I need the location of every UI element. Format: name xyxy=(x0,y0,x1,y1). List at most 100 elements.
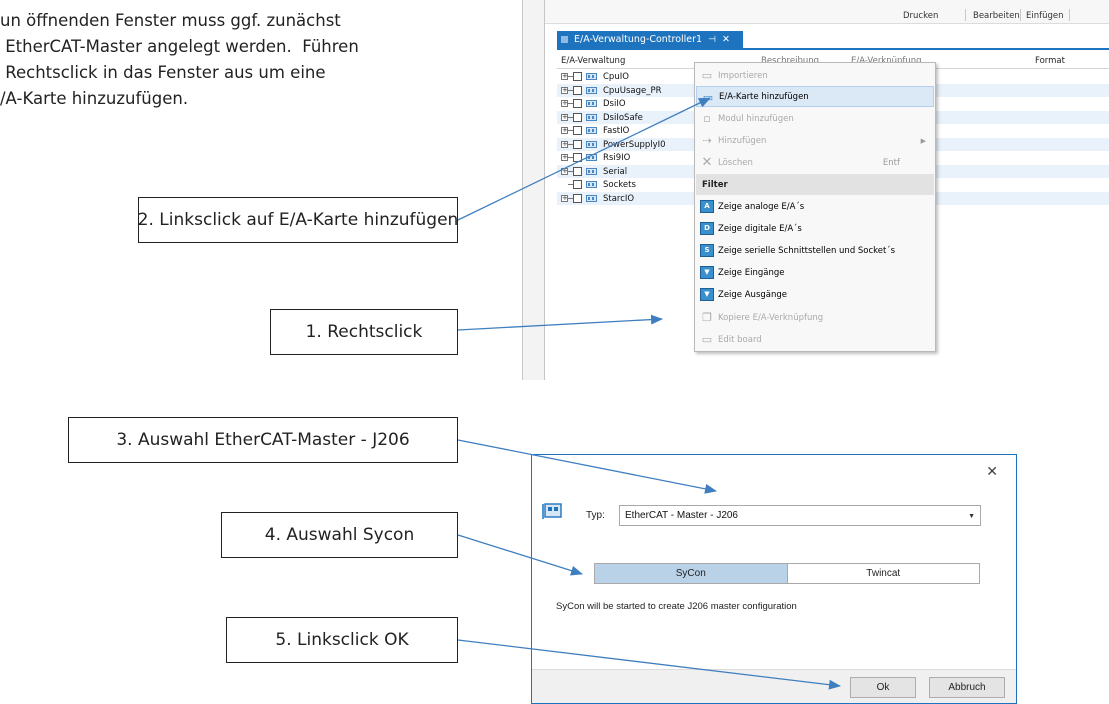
type-label: Typ: xyxy=(586,510,605,521)
io-card-icon xyxy=(586,194,597,202)
row-checkbox[interactable] xyxy=(573,153,582,162)
menu-item-label: Importieren xyxy=(718,70,768,81)
cancel-button[interactable]: Abbruch xyxy=(929,677,1005,698)
row-checkbox[interactable] xyxy=(573,180,582,189)
io-card-icon xyxy=(586,167,597,175)
ribbon-edit[interactable]: Bearbeiten xyxy=(973,11,1020,21)
expand-icon[interactable]: + xyxy=(561,100,568,107)
expand-icon[interactable]: + xyxy=(561,127,568,134)
menu-item-show-analog[interactable]: A Zeige analoge E/A´s xyxy=(696,196,934,217)
io-card-icon xyxy=(586,154,597,161)
menu-item-label: E/A-Karte hinzufügen xyxy=(719,91,809,102)
io-card-icon xyxy=(586,86,597,94)
info-message: SyCon will be started to create J206 mas… xyxy=(556,601,797,612)
row-checkbox[interactable] xyxy=(573,166,582,176)
expand-icon[interactable]: + xyxy=(561,167,568,175)
tree-item-label: CpuIO xyxy=(603,72,629,82)
dialog-close-icon[interactable]: ✕ xyxy=(986,463,998,480)
menu-item-show-serial[interactable]: S Zeige serielle Schnittstellen und Sock… xyxy=(696,240,934,261)
expand-icon[interactable]: + xyxy=(561,154,568,161)
menu-item-import[interactable]: ▭ Importieren xyxy=(696,65,934,86)
close-icon[interactable]: ✕ xyxy=(722,34,730,45)
tab-title: E/A-Verwaltung-Controller1 xyxy=(574,34,703,45)
menu-item-add-module[interactable]: ▫ Modul hinzufügen xyxy=(696,108,934,129)
callout-step-5: 5. Linksclick OK xyxy=(226,617,458,663)
row-checkbox[interactable] xyxy=(573,193,582,203)
tree-item-label: Serial xyxy=(603,166,628,177)
io-card-icon xyxy=(586,140,597,148)
column-header-format[interactable]: Format xyxy=(1035,56,1065,66)
section-label: Filter xyxy=(702,179,728,190)
menu-item-add-card[interactable]: ▭ E/A-Karte hinzufügen xyxy=(696,86,934,107)
menu-item-label: Zeige digitale E/A´s xyxy=(718,223,802,234)
instruction-text: un öffnenden Fenster muss ggf. zunächst … xyxy=(0,11,359,108)
menu-section-filter: Filter xyxy=(696,174,934,195)
tree-item-label: Rsi9IO xyxy=(603,153,631,163)
ribbon-print[interactable]: Drucken xyxy=(903,11,938,21)
menu-item-label: Zeige analoge E/A´s xyxy=(718,201,805,212)
menu-item-add[interactable]: ⇢ Hinzufügen ▶ xyxy=(696,130,934,151)
tree-item-label: DsiIO xyxy=(603,99,626,109)
menu-item-label: Kopiere E/A-Verknüpfung xyxy=(718,312,824,323)
menu-item-copy-link[interactable]: ❐ Kopiere E/A-Verknüpfung xyxy=(696,307,934,328)
menu-item-label: Zeige Ausgänge xyxy=(718,289,787,300)
tree-item-label: FastIO xyxy=(603,126,630,136)
row-checkbox[interactable] xyxy=(573,99,582,108)
row-checkbox[interactable] xyxy=(573,139,582,149)
document-tab[interactable]: E/A-Verwaltung-Controller1 ⊣ ✕ xyxy=(557,31,743,48)
menu-item-label: Löschen xyxy=(718,157,753,168)
io-card-icon xyxy=(586,113,597,121)
tree-item-label: DsiIoSafe xyxy=(603,112,643,123)
io-card-icon xyxy=(586,127,597,134)
menu-item-show-digital[interactable]: D Zeige digitale E/A´s xyxy=(696,218,934,239)
menu-item-delete[interactable]: ✕ Löschen Entf xyxy=(696,152,934,173)
io-card-icon xyxy=(586,73,597,80)
pin-icon[interactable]: ⊣ xyxy=(708,35,716,45)
row-checkbox[interactable] xyxy=(573,85,582,95)
expand-icon[interactable]: + xyxy=(561,86,568,94)
ribbon-bar: Drucken Bearbeiten Einfügen xyxy=(545,0,1109,24)
tree-item-label: CpuUsage_PR xyxy=(603,85,662,96)
analog-filter-icon: A xyxy=(700,200,714,213)
dialog-footer: Ok Abbruch xyxy=(532,669,1016,703)
tree-item-label: Sockets xyxy=(603,180,636,190)
tree-item-label: PowerSupplyI0 xyxy=(603,139,666,150)
menu-item-edit-board[interactable]: ▭ Edit board xyxy=(696,329,934,350)
menu-item-show-inputs[interactable]: ▼ Zeige Eingänge xyxy=(696,262,934,283)
menu-item-label: Edit board xyxy=(718,334,762,345)
import-icon: ▭ xyxy=(701,69,713,82)
type-select[interactable]: EtherCAT - Master - J206 ▼ xyxy=(619,505,981,526)
configurator-toggle: SyCon Twincat xyxy=(594,563,980,584)
shortcut-label: Entf xyxy=(882,157,900,168)
menu-item-label: Hinzufügen xyxy=(718,135,767,146)
delete-icon: ✕ xyxy=(701,155,713,170)
segment-twincat[interactable]: Twincat xyxy=(788,564,980,583)
segment-sycon[interactable]: SyCon xyxy=(595,564,788,583)
row-checkbox[interactable] xyxy=(573,112,582,122)
callout-step-3: 3. Auswahl EtherCAT-Master - J206 xyxy=(68,417,458,463)
column-header-name[interactable]: E/A-Verwaltung xyxy=(561,56,625,66)
output-filter-icon: ▼ xyxy=(700,288,714,301)
menu-item-label: Zeige Eingänge xyxy=(718,267,785,278)
callout-step-1: 1. Rechtsclick xyxy=(270,309,458,355)
io-card-icon xyxy=(542,503,562,519)
ok-button[interactable]: Ok xyxy=(850,677,916,698)
left-dock-bar xyxy=(523,0,545,380)
expand-icon[interactable]: + xyxy=(561,73,568,80)
expand-icon[interactable]: + xyxy=(561,194,568,202)
io-card-icon: ▭ xyxy=(702,91,714,104)
digital-filter-icon: D xyxy=(700,222,714,235)
expand-icon[interactable]: + xyxy=(561,113,568,121)
row-checkbox[interactable] xyxy=(573,72,582,81)
add-io-card-dialog: ✕ Typ: EtherCAT - Master - J206 ▼ SyCon … xyxy=(531,454,1017,704)
copy-icon: ❐ xyxy=(702,311,712,324)
menu-item-show-outputs[interactable]: ▼ Zeige Ausgänge xyxy=(696,284,934,305)
ribbon-insert[interactable]: Einfügen xyxy=(1026,11,1064,21)
submenu-arrow-icon: ▶ xyxy=(920,136,926,145)
row-checkbox[interactable] xyxy=(573,126,582,135)
io-card-icon xyxy=(586,181,597,188)
module-icon: ▫ xyxy=(703,112,711,125)
menu-item-label: Modul hinzufügen xyxy=(718,113,794,124)
expand-icon[interactable]: + xyxy=(561,140,568,148)
serial-filter-icon: S xyxy=(700,244,714,257)
